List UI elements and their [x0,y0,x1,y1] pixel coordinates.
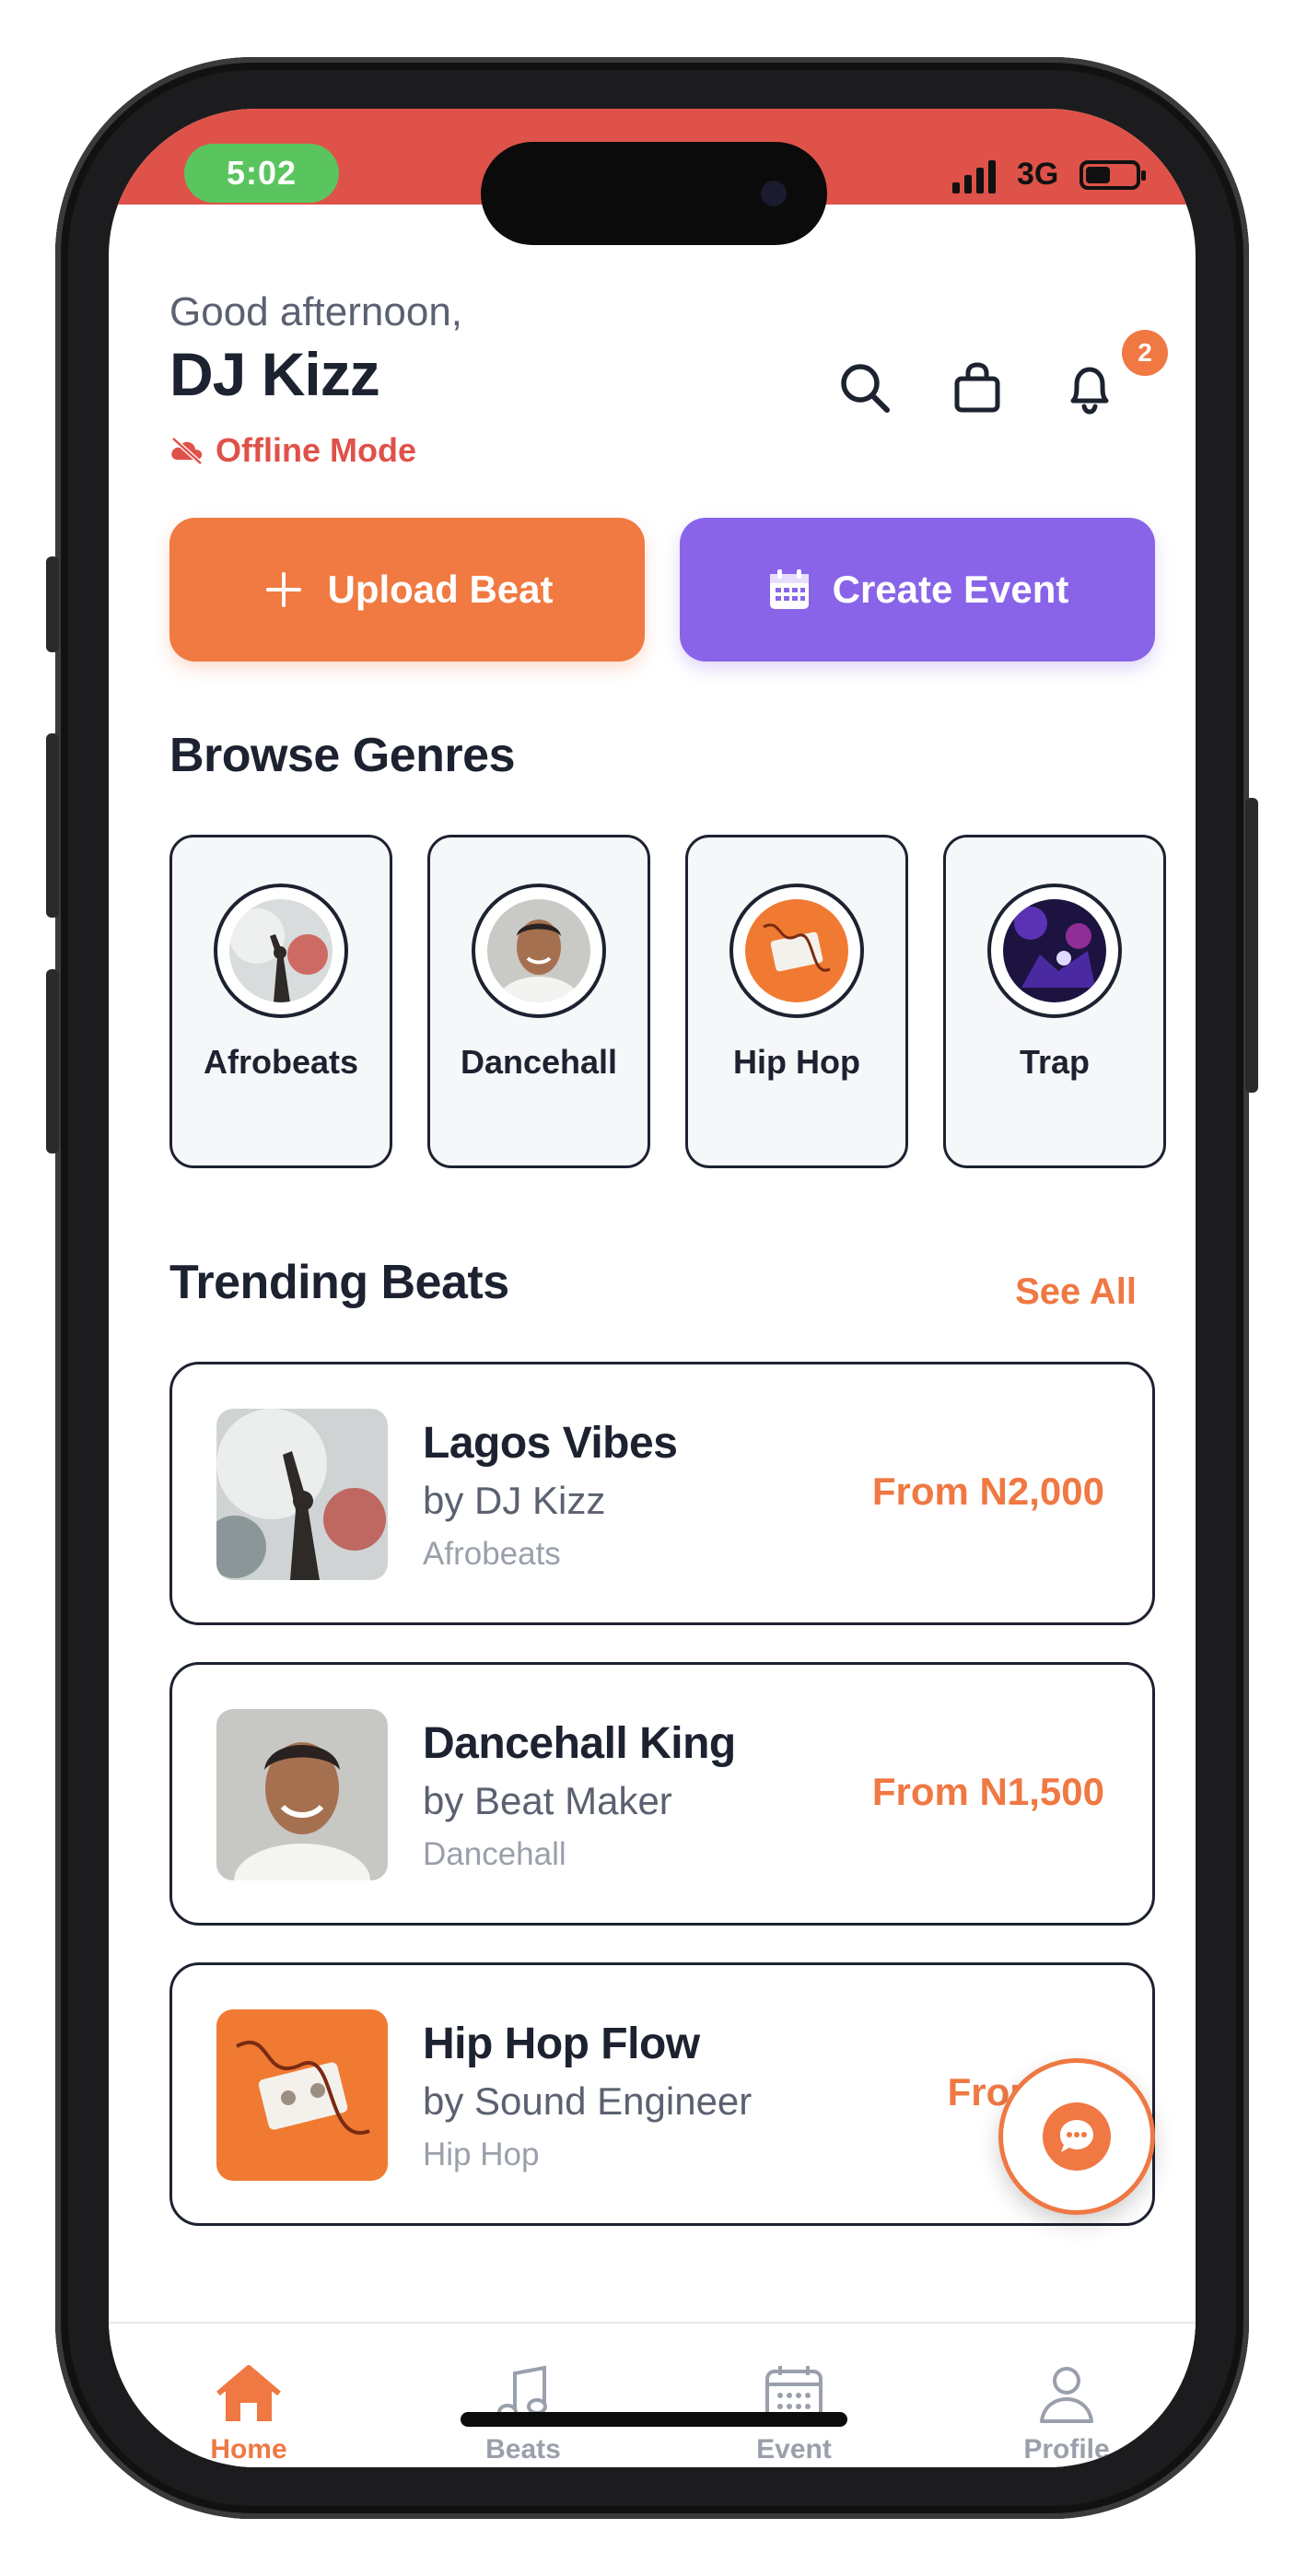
battery-icon [1079,160,1146,190]
dancehall-thumbnail [487,899,590,1002]
genre-image-ring [214,884,348,1018]
cart-button[interactable] [945,356,1009,420]
plus-icon [266,572,302,607]
beat-genre: Dancehall [423,1836,566,1872]
beat-price: From N2,000 [871,1469,1104,1513]
cloud-off-icon [171,437,203,465]
beat-genre: Afrobeats [423,1536,561,1572]
beat-thumbnail [216,1409,388,1580]
offline-mode-label: Offline Mode [216,431,416,469]
home-indicator[interactable] [461,2412,847,2427]
upload-beat-button[interactable]: Upload Beat [169,518,645,662]
beat-artist: by DJ Kizz [423,1479,606,1522]
beat-title: Hip Hop Flow [423,2020,700,2068]
user-icon [1040,2367,1093,2423]
genre-label: Dancehall [460,1043,618,1081]
bell-icon [1070,367,1109,415]
search-icon [841,364,890,413]
notification-badge: 2 [1122,330,1168,376]
create-event-button[interactable]: Create Event [680,518,1155,662]
beat-artist: by Beat Maker [423,1779,672,1822]
genre-image-ring [472,884,606,1018]
offline-indicator: Offline Mode [169,431,416,470]
nav-label: Beats [485,2434,561,2465]
greeting-text: Good afternoon, [169,289,463,334]
volume-down-button [46,969,59,1153]
bottom-nav: Home Beats Event Profile [109,2322,1196,2467]
status-time: 5:02 [184,144,339,203]
beat-price: From N1,500 [871,1770,1104,1813]
network-label: 3G [1017,157,1059,192]
trap-thumbnail [1003,899,1106,1002]
genre-label: Afrobeats [203,1043,359,1081]
beat-artist: by Sound Engineer [423,2079,753,2123]
app-screen: 5:02 3G Good afternoon, DJ Kizz Offline … [109,109,1196,2467]
nav-profile[interactable]: Profile [974,2360,1159,2465]
genre-label: Hip Hop [733,1043,860,1081]
beat-card-hip-hop-flow[interactable]: Hip Hop Flow by Sound Engineer Hip Hop F… [169,1962,1155,2226]
genre-label: Trap [1019,1043,1091,1081]
upload-beat-label: Upload Beat [327,568,554,611]
mute-switch [46,556,59,652]
beat-thumbnail [216,1709,388,1880]
genre-card-dancehall[interactable]: Dancehall [427,835,650,1168]
dynamic-island [481,142,827,245]
genre-card-afrobeats[interactable]: Afrobeats [169,835,392,1168]
power-button [1245,798,1258,1093]
create-event-label: Create Event [832,568,1069,611]
trending-beats-title: Trending Beats [169,1256,509,1309]
shopping-bag-icon [954,362,1000,413]
beat-title: Lagos Vibes [423,1419,678,1468]
home-icon [216,2365,281,2421]
genre-card-hip-hop[interactable]: Hip Hop [685,835,908,1168]
beat-thumbnail [216,2009,388,2181]
nav-label: Profile [1023,2434,1110,2465]
signal-icon [952,160,996,193]
afrobeats-thumbnail [229,899,333,1002]
notifications-button[interactable] [1057,356,1122,420]
beat-genre: Hip Hop [423,2137,540,2172]
username: DJ Kizz [169,340,380,408]
genre-image-ring [729,884,864,1018]
nav-label: Home [210,2434,287,2465]
chat-bubble-icon [1060,2120,1093,2152]
see-all-link[interactable]: See All [1015,1271,1137,1313]
nav-home[interactable]: Home [157,2360,341,2465]
browse-genres-title: Browse Genres [169,729,516,782]
beat-title: Dancehall King [423,1719,736,1768]
search-button[interactable] [833,356,897,420]
camera-icon [761,181,787,206]
calendar-icon [769,569,809,609]
genre-card-trap[interactable]: Trap [943,835,1166,1168]
beat-card-dancehall-king[interactable]: Dancehall King by Beat Maker Dancehall F… [169,1662,1155,1926]
chat-fab-button[interactable] [998,2058,1155,2215]
genre-image-ring [987,884,1122,1018]
volume-up-button [46,733,59,918]
beat-card-lagos-vibes[interactable]: Lagos Vibes by DJ Kizz Afrobeats From N2… [169,1362,1155,1625]
hip-hop-thumbnail [745,899,848,1002]
nav-label: Event [756,2434,832,2465]
